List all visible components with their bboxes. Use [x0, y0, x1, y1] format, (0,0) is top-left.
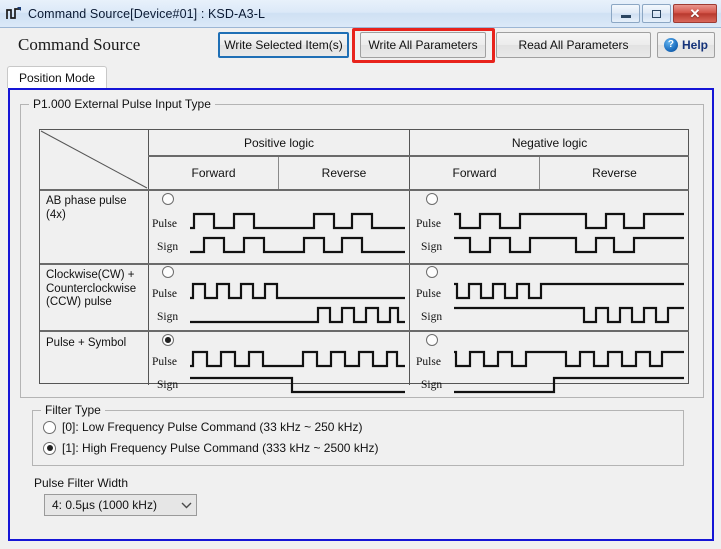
chevron-down-icon — [176, 502, 196, 509]
radio-ab-phase-positive[interactable] — [162, 193, 174, 205]
waveform-svg-ab-pos — [190, 212, 405, 254]
radio-cw-ccw-positive[interactable] — [162, 266, 174, 278]
header-negative-logic: Negative logic — [511, 135, 588, 150]
wave-label-pulse-ab-pos: Pulse — [152, 218, 177, 230]
header-negative-forward: Forward — [452, 166, 497, 180]
pulse-filter-width-label: Pulse Filter Width — [34, 476, 129, 490]
wave-label-sign-ab-pos: Sign — [157, 241, 179, 253]
wave-label-pulse-ps-pos: Pulse — [152, 356, 177, 368]
filter-type-label-low: [0]: Low Frequency Pulse Command (33 kHz… — [62, 420, 363, 434]
write-all-parameters-button[interactable]: Write All Parameters — [360, 32, 486, 58]
chevron-down-svg — [181, 502, 191, 508]
wave-label-pulse-cw-neg: Pulse — [416, 288, 441, 300]
window-controls: ✕ — [611, 4, 717, 23]
tab-strip: Position Mode — [0, 66, 721, 88]
pulse-filter-width-value: 4: 0.5µs (1000 kHz) — [52, 498, 157, 512]
filter-type-label-high: [1]: High Frequency Pulse Command (333 k… — [62, 441, 379, 455]
row-label-cw-ccw-line3: (CCW) pulse — [46, 296, 112, 308]
radio-ab-phase-negative[interactable] — [426, 193, 438, 205]
minimize-icon — [620, 15, 631, 18]
title-bar: Command Source[Device#01] : KSD-A3-L ✕ — [0, 0, 721, 28]
pulse-input-type-groupbox: P1.000 External Pulse Input Type Positiv… — [20, 97, 704, 398]
table-hline-2 — [40, 263, 689, 265]
close-icon: ✕ — [689, 6, 701, 21]
waveform-svg-ps-neg — [454, 350, 684, 394]
header-positive-reverse: Reverse — [321, 166, 367, 180]
command-source-window: Command Source[Device#01] : KSD-A3-L ✕ C… — [0, 0, 721, 549]
row-label-cw-ccw-line1: Clockwise(CW) + — [46, 269, 135, 281]
row-label-cw-ccw: Clockwise(CW) + Counterclockwise (CCW) p… — [46, 269, 146, 310]
row-label-cw-ccw-line2: Counterclockwise — [46, 282, 137, 295]
table-hline-3 — [40, 330, 689, 332]
row-label-ab-phase-line2: (4x) — [46, 208, 66, 221]
wave-label-sign-ps-pos: Sign — [157, 379, 179, 391]
filter-type-option-high[interactable]: [1]: High Frequency Pulse Command (333 k… — [43, 441, 378, 455]
table-hline-1 — [40, 189, 689, 191]
wave-label-pulse-cw-pos: Pulse — [152, 288, 177, 300]
pulse-type-table: Positive logic Negative logic Forward Re… — [39, 129, 689, 394]
waveform-svg-cw-neg — [454, 282, 684, 324]
tab-position-mode[interactable]: Position Mode — [7, 66, 108, 88]
filter-type-radio-low[interactable] — [43, 420, 56, 434]
corner-diagonal-icon — [40, 130, 148, 189]
row-label-ab-phase: AB phase pulse (4x) — [46, 195, 146, 222]
filter-type-radio-high[interactable] — [43, 441, 56, 455]
filter-type-option-low[interactable]: [0]: Low Frequency Pulse Command (33 kHz… — [43, 420, 362, 434]
wave-label-sign-ps-neg: Sign — [421, 379, 443, 391]
header-positive-logic: Positive logic — [243, 135, 315, 150]
close-button[interactable]: ✕ — [673, 4, 717, 23]
wave-label-sign-cw-pos: Sign — [157, 311, 179, 323]
radio-pulse-symbol-negative[interactable] — [426, 334, 438, 346]
wave-label-pulse-ab-neg: Pulse — [416, 218, 441, 230]
toolbar: Command Source Write Selected Item(s) Wr… — [0, 28, 721, 66]
filter-type-groupbox: Filter Type [0]: Low Frequency Pulse Com… — [32, 403, 684, 466]
maximize-icon — [652, 9, 661, 18]
waveform-svg-cw-pos — [190, 282, 405, 324]
wave-label-pulse-ps-neg: Pulse — [416, 356, 441, 368]
help-label: Help — [681, 38, 708, 52]
waveform-icon — [6, 6, 21, 19]
wave-label-sign-cw-neg: Sign — [421, 311, 443, 323]
waveform-svg-ps-pos — [190, 350, 405, 394]
read-all-parameters-button[interactable]: Read All Parameters — [496, 32, 651, 58]
row-label-pulse-symbol: Pulse + Symbol — [46, 337, 146, 351]
row-label-pulse-symbol-line1: Pulse + Symbol — [46, 337, 127, 349]
row-label-ab-phase-line1: AB phase pulse — [46, 195, 127, 207]
radio-pulse-symbol-positive[interactable] — [162, 334, 174, 346]
question-mark-icon: ? — [663, 38, 678, 52]
header-positive-forward: Forward — [191, 166, 236, 180]
window-title: Command Source[Device#01] : KSD-A3-L — [28, 6, 266, 21]
minimize-button[interactable] — [611, 4, 640, 23]
wave-label-sign-ab-neg: Sign — [421, 241, 443, 253]
pulse-input-type-title: P1.000 External Pulse Input Type — [29, 97, 215, 111]
help-button[interactable]: ? Help — [657, 32, 715, 58]
main-panel: P1.000 External Pulse Input Type Positiv… — [8, 88, 714, 541]
filter-type-title: Filter Type — [41, 403, 105, 417]
maximize-button[interactable] — [642, 4, 671, 23]
write-selected-items-button[interactable]: Write Selected Item(s) — [218, 32, 349, 58]
header-negative-reverse: Reverse — [592, 166, 637, 180]
page-title: Command Source — [18, 35, 141, 54]
radio-cw-ccw-negative[interactable] — [426, 266, 438, 278]
waveform-svg-ab-neg — [454, 212, 684, 254]
pulse-filter-width-dropdown[interactable]: 4: 0.5µs (1000 kHz) — [44, 494, 197, 516]
